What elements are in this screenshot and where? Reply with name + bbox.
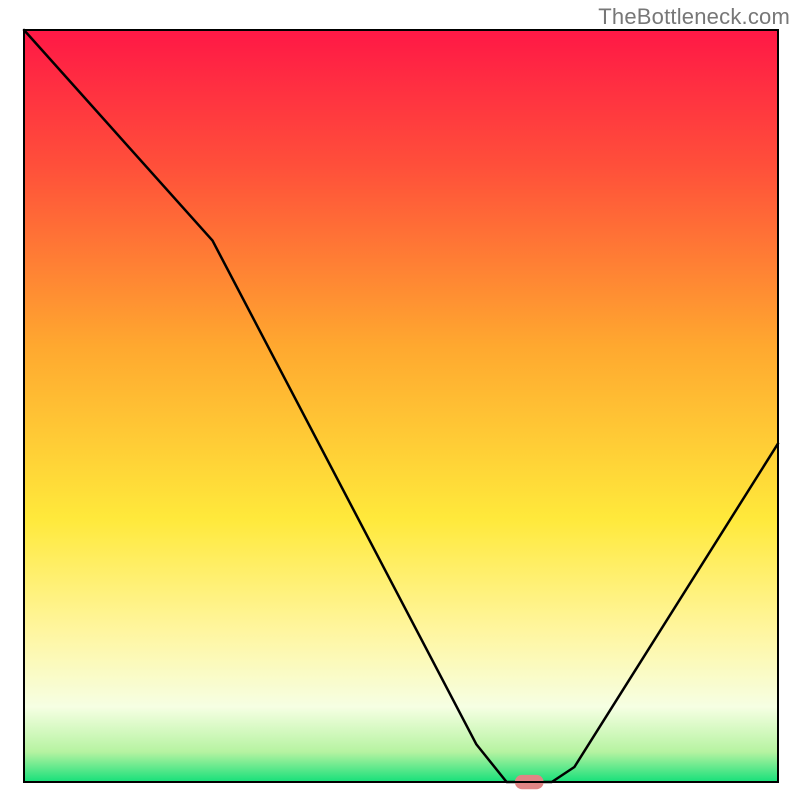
watermark-text: TheBottleneck.com xyxy=(598,4,790,30)
bottleneck-chart xyxy=(0,0,800,800)
plot-area xyxy=(24,30,778,782)
